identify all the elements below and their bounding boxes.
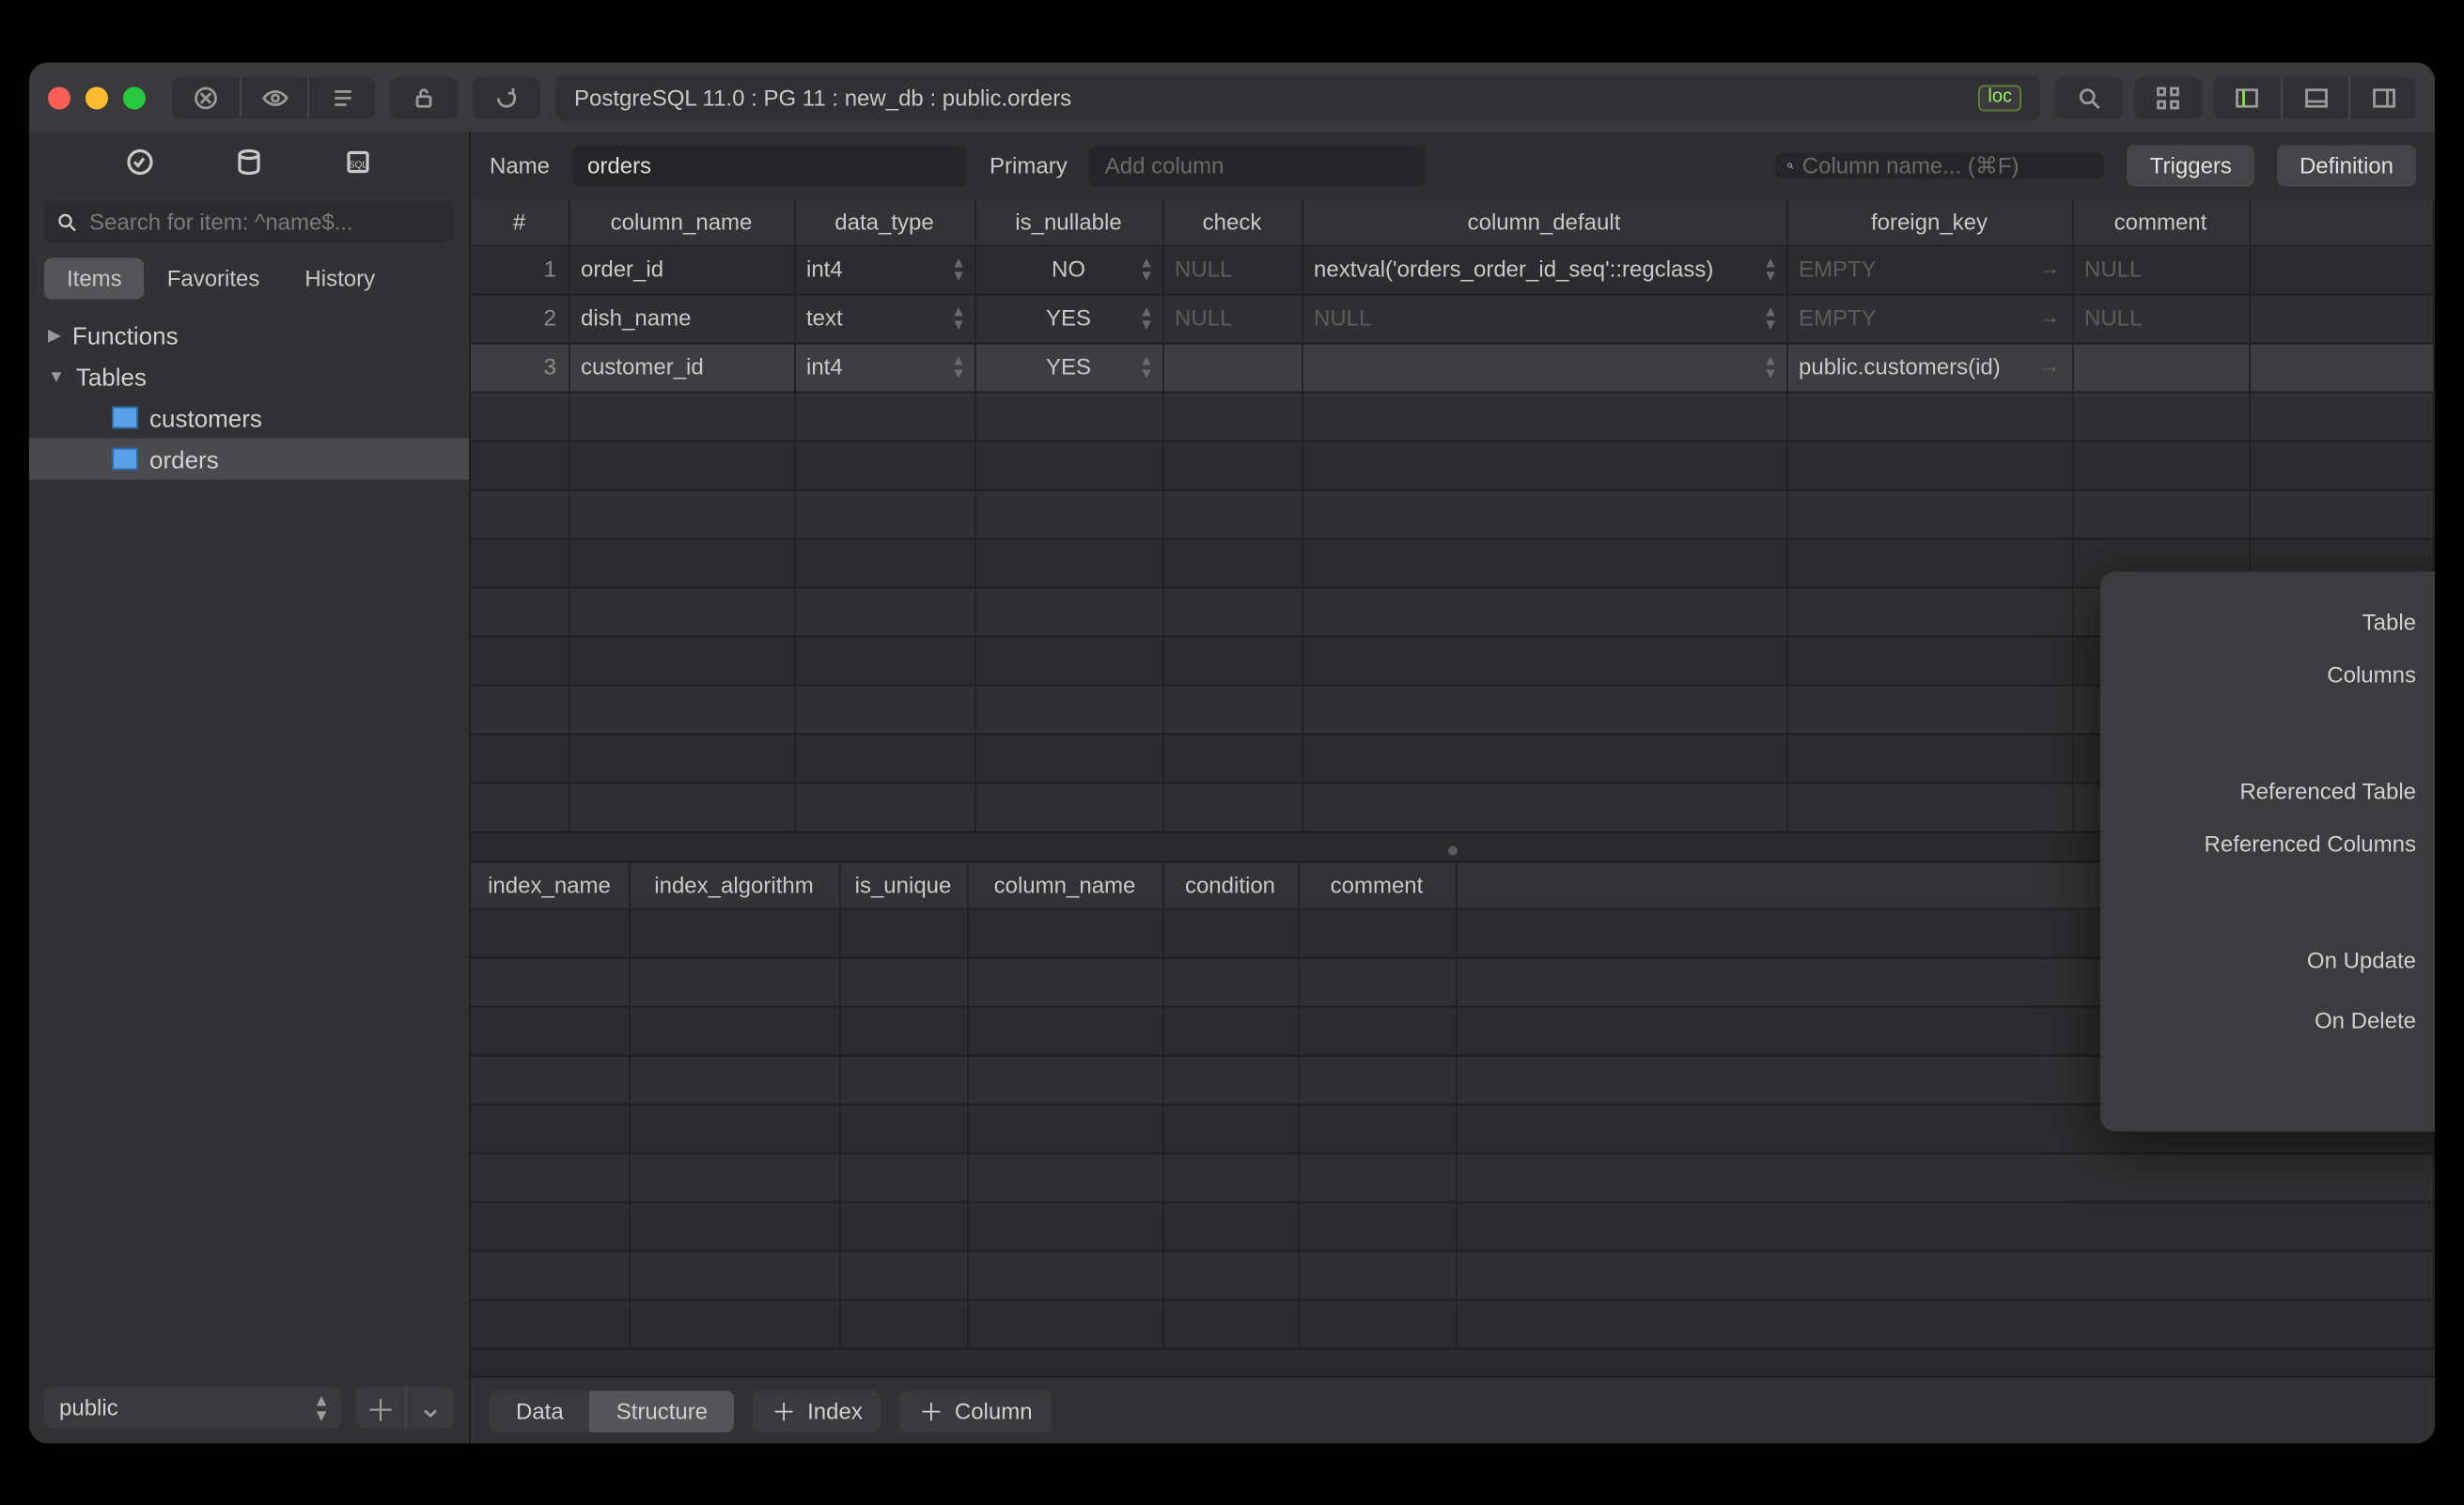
chevron-right-icon: ▶ [48,324,61,345]
stepper-icon[interactable]: ▲▼ [1139,353,1154,380]
app-window: PostgreSQL 11.0 : PG 11 : new_db : publi… [29,62,2435,1443]
main-panel: Name Primary Triggers Definition [471,132,2435,1443]
titlebar: PostgreSQL 11.0 : PG 11 : new_db : publi… [29,62,2435,132]
add-column-button[interactable]: ＋Column [900,1389,1052,1431]
name-label: Name [490,152,550,178]
stepper-icon[interactable]: ▲▼ [1763,353,1778,380]
sidebar-search[interactable] [44,201,454,242]
minimize-icon[interactable] [86,85,108,108]
footbar: Data Structure ＋Index ＋Column [471,1375,2435,1443]
plus-icon: ＋ [772,1392,796,1428]
schema-select[interactable]: public ▲▼ [44,1387,341,1428]
stepper-icon[interactable]: ▲▼ [1139,304,1154,331]
seg-data[interactable]: Data [490,1389,590,1431]
seg-structure[interactable]: Structure [590,1389,734,1431]
eye-icon[interactable] [240,76,307,117]
loc-badge: loc [1978,84,2021,110]
table-row [471,1249,2434,1298]
plus-icon: ＋ [919,1392,943,1428]
stepper-icon[interactable]: ▲▼ [1139,256,1154,282]
activity-icon[interactable] [125,147,155,186]
table-row[interactable]: 3customer_idint4▲▼YES▲▼▲▼public.customer… [471,342,2434,391]
lock-group [390,76,458,117]
structure-header: Name Primary Triggers Definition [471,132,2435,199]
table-icon [112,447,138,470]
stepper-icon[interactable]: ▲▼ [951,256,966,282]
arrow-right-icon[interactable]: → [2039,355,2060,378]
table-row [471,1201,2434,1249]
po-columns-label: Columns [2134,661,2416,688]
layout-3-icon[interactable] [2348,76,2416,117]
tab-items[interactable]: Items [44,257,145,299]
table-row [471,489,2434,537]
columns-header-row: # column_name data_type is_nullable chec… [471,199,2434,244]
maximize-icon[interactable] [123,85,146,108]
table-row [471,391,2434,440]
chevron-down-icon: ▼ [48,366,65,385]
arrow-right-icon[interactable]: → [2039,306,2060,329]
primary-input[interactable] [1090,145,1426,186]
triggers-button[interactable]: Triggers [2128,145,2254,186]
layout-1-icon[interactable] [2213,76,2281,117]
search-icon [1787,154,1795,177]
traffic-lights [48,85,146,108]
reload-icon[interactable] [473,76,540,117]
po-ref-cols-label: Referenced Columns [2134,830,2416,857]
column-search-input[interactable] [1802,152,2094,178]
tree-table-customers[interactable]: customers [29,396,469,438]
search-icon[interactable] [2055,76,2123,117]
tree-functions[interactable]: ▶Functions [29,314,469,355]
toolbar-group-1 [172,76,375,117]
sidebar-footer: public ▲▼ ＋ ⌄ [29,1372,469,1443]
tab-favorites[interactable]: Favorites [145,257,283,299]
foreign-key-popover: Table orders▲▼ Columns customer_id Refer… [2100,571,2435,1131]
cancel-icon[interactable] [172,76,240,117]
arrow-right-icon[interactable]: → [2039,257,2060,280]
plus-icon[interactable]: ＋ [356,1387,405,1428]
po-table-label: Table [2134,609,2416,635]
table-name-input[interactable] [572,145,967,186]
sql-icon[interactable]: SQL [343,147,373,186]
po-ref-table-label: Referenced Table [2134,778,2416,804]
definition-button[interactable]: Definition [2277,145,2416,186]
tab-history[interactable]: History [282,257,398,299]
layout-2-icon[interactable] [2281,76,2348,117]
updown-icon: ▲▼ [313,1392,330,1422]
table-row [471,1298,2434,1347]
column-search[interactable] [1776,152,2105,178]
stepper-icon[interactable]: ▲▼ [1763,256,1778,282]
path-text: PostgreSQL 11.0 : PG 11 : new_db : publi… [574,85,1071,108]
sidebar-search-input[interactable] [89,209,443,235]
view-segment: Data Structure [490,1389,734,1431]
table-row[interactable]: 1order_idint4▲▼NO▲▼NULLnextval('orders_o… [471,244,2434,293]
sidebar-tabs: Items Favorites History [44,257,454,299]
tree-tables[interactable]: ▼Tables [29,355,469,396]
close-icon[interactable] [48,85,70,108]
grid-icon[interactable] [2134,76,2202,117]
po-on-update-label: On Update [2134,947,2416,973]
tree-table-orders[interactable]: orders [29,438,469,479]
table-row [471,1152,2434,1201]
add-index-button[interactable]: ＋Index [753,1389,881,1431]
svg-text:SQL: SQL [349,160,367,170]
stepper-icon[interactable]: ▲▼ [951,353,966,380]
list-icon[interactable] [307,76,375,117]
table-row[interactable]: 2dish_nametext▲▼YES▲▼NULLNULL▲▼EMPTY→NUL… [471,293,2434,342]
connection-path[interactable]: PostgreSQL 11.0 : PG 11 : new_db : publi… [555,74,2040,119]
stepper-icon[interactable]: ▲▼ [1763,304,1778,331]
sidebar-tree: ▶Functions ▼Tables customers orders [29,314,469,1372]
sidebar: SQL Items Favorites History ▶Functions ▼… [29,132,471,1443]
lock-icon[interactable] [390,76,458,117]
search-icon [55,210,78,233]
reload-group [473,76,540,117]
chevron-down-icon[interactable]: ⌄ [405,1387,454,1428]
table-icon [112,406,138,428]
po-on-delete-label: On Delete [2134,1007,2416,1033]
table-row [471,440,2434,489]
stepper-icon[interactable]: ▲▼ [951,304,966,331]
primary-label: Primary [990,152,1068,178]
database-icon[interactable] [234,147,264,186]
